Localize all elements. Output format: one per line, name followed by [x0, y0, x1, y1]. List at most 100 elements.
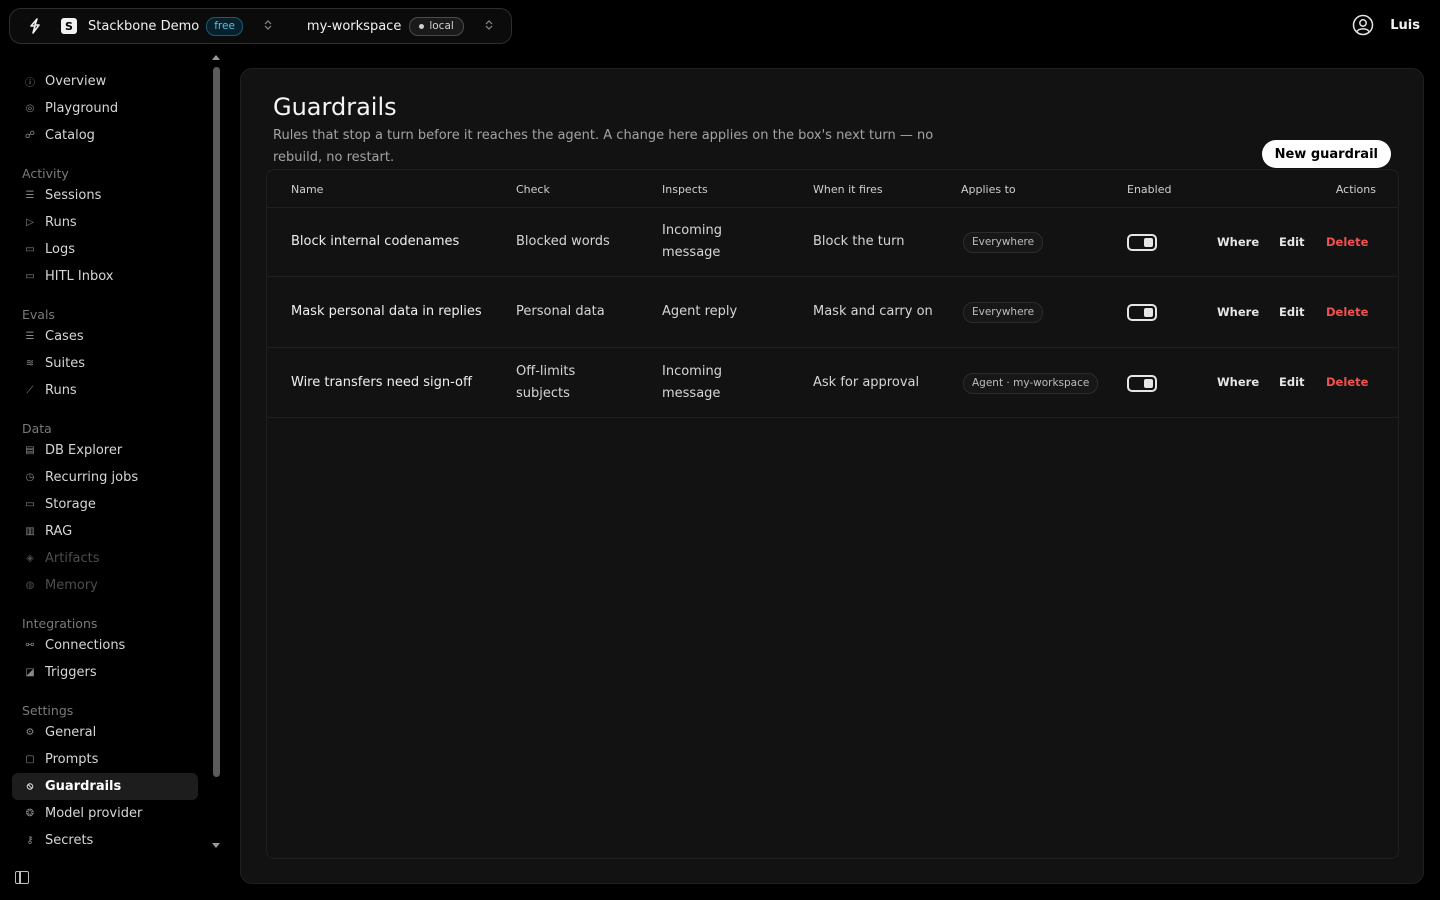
plan-badge: free [206, 16, 243, 36]
sidebar-item-rag[interactable]: ▥ RAG [12, 518, 198, 545]
table-row: Block internal codenames Blocked words Inc… [267, 208, 1398, 277]
sidebar-item-recurring-jobs[interactable]: ◷ Recurring jobs [12, 464, 198, 491]
sidebar-item-label: Guardrails [45, 779, 122, 794]
row-check: Off-limits subjects [516, 363, 576, 401]
row-name: Block internal codenames [291, 234, 460, 249]
where-button[interactable]: Where [1217, 235, 1259, 249]
edit-button[interactable]: Edit [1279, 375, 1305, 389]
sidebar-item-label: Runs [45, 215, 77, 230]
row-fires: Ask for approval [813, 374, 920, 390]
sidebar-item-triggers[interactable]: ◪ Triggers [12, 659, 198, 686]
user-name: Luis [1390, 17, 1420, 33]
org-logo: S [61, 18, 77, 34]
sidebar-item-secrets[interactable]: ⚷ Secrets [12, 827, 198, 854]
sidebar-item-label: General [45, 725, 97, 740]
layers-icon: ≋ [25, 358, 35, 369]
delete-button[interactable]: Delete [1326, 305, 1368, 319]
checklist-icon: ☰ [25, 331, 35, 342]
table-row: Mask personal data in replies Personal da… [267, 277, 1398, 348]
edit-button[interactable]: Edit [1279, 305, 1305, 319]
sidebar-item-label: Recurring jobs [45, 470, 139, 485]
sidebar-item-label: Connections [45, 638, 126, 653]
playground-icon: ◎ [25, 103, 35, 114]
enabled-toggle[interactable] [1127, 374, 1157, 392]
play-icon: ▷ [26, 217, 34, 228]
row-inspects: Incoming message [662, 223, 722, 260]
plug-icon: ⚯ [25, 640, 35, 651]
sidebar-scrollbar[interactable] [212, 50, 222, 850]
inbox-icon: ▭ [25, 271, 35, 282]
sidebar-item-runs[interactable]: ▷ Runs [12, 209, 198, 236]
sidebar-nav: ⓘ Overview ◎ Playground ☍ Catalog Activity ☰ Ses… [12, 68, 198, 854]
sidebar-item-general[interactable]: ⚙ General [12, 719, 198, 746]
page-description: Rules that stop a turn before it reaches… [273, 128, 934, 165]
sidebar-item-guardrails[interactable]: ⦸ Guardrails [12, 773, 198, 800]
sidebar-item-label: Sessions [45, 188, 102, 203]
memory-icon: ◍ [25, 580, 35, 591]
row-fires: Mask and carry on [813, 304, 933, 319]
workspace-name[interactable]: my-workspace [307, 19, 401, 34]
sidebar-item-catalog[interactable]: ☍ Catalog [12, 122, 198, 149]
scroll-up-icon[interactable] [212, 55, 220, 60]
scroll-down-icon[interactable] [212, 843, 220, 848]
sidebar-section-title: Activity [22, 166, 69, 181]
sidebar-item-memory: ◍ Memory [12, 572, 198, 599]
enabled-toggle[interactable] [1127, 234, 1157, 251]
new-guardrail-button[interactable]: New guardrail [1261, 140, 1391, 168]
row-fires: Block the turn [813, 234, 905, 249]
delete-button[interactable]: Delete [1326, 375, 1368, 389]
guardrails-table: Name Check Inspects When it fires Applie… [266, 169, 1399, 859]
sidebar-item-label: Catalog [45, 128, 95, 143]
info-circle-icon: ⓘ [25, 78, 35, 89]
env-label: local [429, 19, 454, 32]
col-fires: When it fires [813, 183, 883, 196]
sidebar-item-suites[interactable]: ≋ Suites [12, 350, 198, 377]
sidebar-item-overview[interactable]: ⓘ Overview [12, 68, 198, 95]
sidebar-item-runs[interactable]: ⟋ Runs [12, 377, 198, 404]
user-menu[interactable]: Luis [1352, 14, 1420, 36]
where-button[interactable]: Where [1217, 305, 1259, 319]
org-name[interactable]: Stackbone Demo [88, 19, 199, 34]
env-badge: local [409, 16, 464, 36]
sidebar-section-title: Data [22, 421, 52, 436]
sidebar-item-logs[interactable]: ▭ Logs [12, 236, 198, 263]
sidebar-item-label: DB Explorer [45, 443, 123, 458]
col-inspects: Inspects [662, 183, 708, 196]
edit-button[interactable]: Edit [1279, 235, 1305, 249]
sidebar-item-sessions[interactable]: ☰ Sessions [12, 182, 198, 209]
sidebar-item-playground[interactable]: ◎ Playground [12, 95, 198, 122]
top-bar: S Stackbone Demo free my-workspace local… [0, 0, 1440, 50]
sidebar-toggle-icon[interactable] [15, 871, 29, 884]
clock-icon: ◷ [25, 472, 35, 483]
sidebar-item-cases[interactable]: ☰ Cases [12, 323, 198, 350]
shield-off-icon: ⦸ [26, 781, 34, 792]
sidebar-item-prompts[interactable]: ▢ Prompts [12, 746, 198, 773]
row-name: Mask personal data in replies [291, 304, 482, 319]
sidebar-item-label: Secrets [45, 833, 94, 848]
row-inspects: Agent reply [662, 304, 738, 319]
sidebar-item-label: Storage [45, 497, 96, 512]
sidebar-item-label: HITL Inbox [45, 269, 114, 284]
enabled-toggle[interactable] [1127, 304, 1157, 321]
sidebar-item-db-explorer[interactable]: ▤ DB Explorer [12, 437, 198, 464]
main-panel: Guardrails Rules that stop a turn before… [240, 68, 1424, 884]
sidebar-item-storage[interactable]: ▭ Storage [12, 491, 198, 518]
workspace-chevron-icon[interactable] [484, 19, 494, 33]
sidebar-item-label: Cases [45, 329, 84, 344]
table-header: Name Check Inspects When it fires Applie… [267, 170, 1398, 208]
sidebar-item-hitl-inbox[interactable]: ▭ HITL Inbox [12, 263, 198, 290]
sidebar-item-model-provider[interactable]: ❂ Model provider [12, 800, 198, 827]
database-icon: ▤ [25, 445, 35, 456]
org-workspace-switcher: S Stackbone Demo free my-workspace local [9, 8, 512, 44]
sidebar-item-connections[interactable]: ⚯ Connections [12, 632, 198, 659]
users-icon: ☍ [24, 130, 36, 141]
list-icon: ☰ [25, 190, 35, 201]
row-name: Wire transfers need sign-off [291, 374, 472, 390]
sidebar-section-title: Integrations [22, 616, 98, 631]
stackbone-logo-icon[interactable] [27, 18, 43, 34]
org-chevron-icon[interactable] [263, 19, 273, 33]
where-button[interactable]: Where [1217, 375, 1259, 389]
delete-button[interactable]: Delete [1326, 235, 1368, 249]
col-enabled: Enabled [1127, 183, 1172, 196]
scroll-thumb[interactable] [213, 67, 220, 777]
